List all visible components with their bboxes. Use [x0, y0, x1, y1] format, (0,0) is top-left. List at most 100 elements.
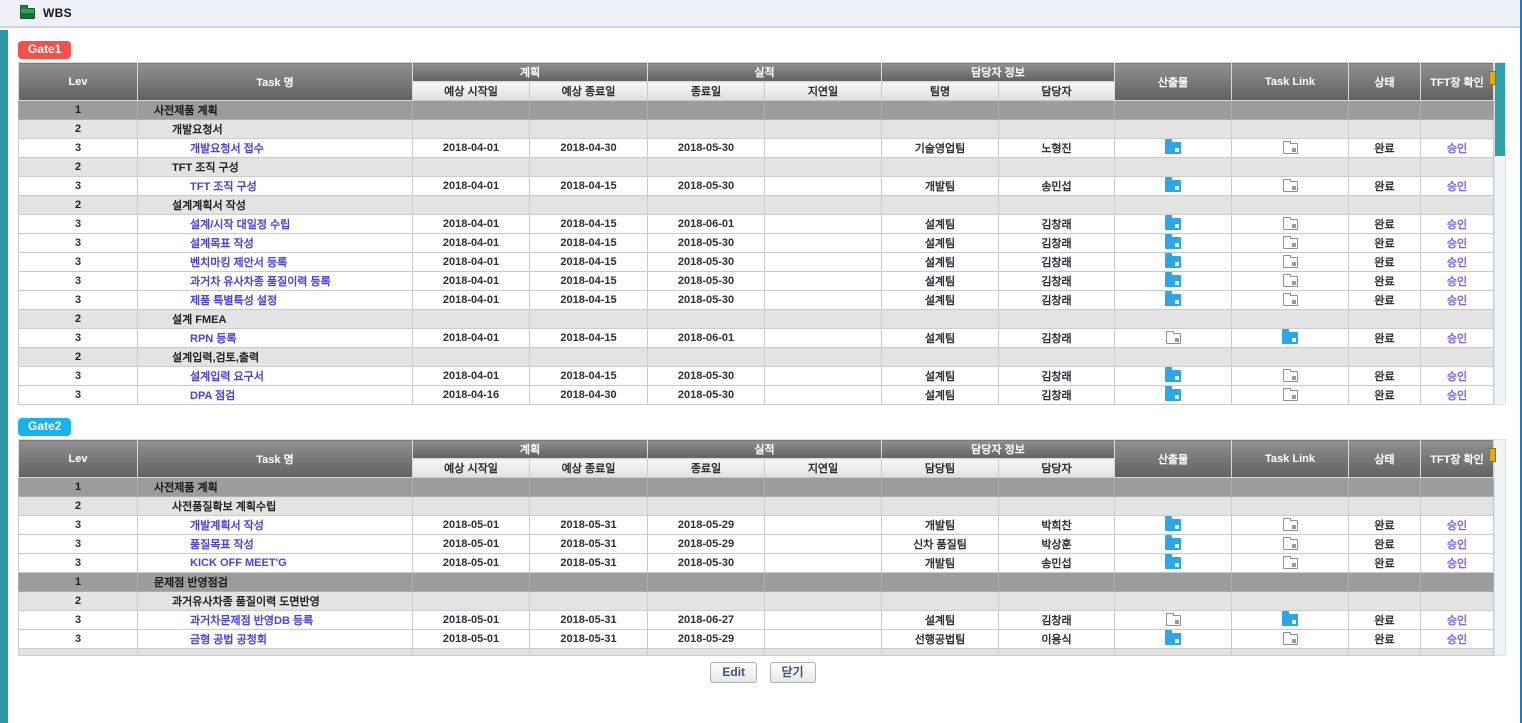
folder-gray-icon[interactable]: [1283, 295, 1298, 306]
folder-gray-icon[interactable]: [1283, 539, 1298, 550]
folder-blue-icon[interactable]: [1165, 180, 1181, 192]
folder-blue-icon[interactable]: [1165, 389, 1181, 401]
table-row: 3개발계획서 작성2018-05-012018-05-312018-05-29개…: [19, 516, 1494, 535]
folder-gray-icon[interactable]: [1283, 181, 1298, 192]
task-link-cell: [1232, 291, 1349, 310]
col-header-lev: Lev: [19, 440, 138, 478]
actual-end-cell: 2018-05-30: [648, 272, 765, 291]
task-name-link[interactable]: 설계목표 작성: [190, 238, 254, 250]
folder-blue-icon[interactable]: [1282, 332, 1298, 344]
task-name-link[interactable]: TFT 조직 구성: [190, 181, 257, 193]
task-name-link[interactable]: 벤치마킹 제안서 등록: [190, 257, 287, 269]
folder-gray-icon[interactable]: [1283, 257, 1298, 268]
approve-link[interactable]: 승인: [1447, 181, 1467, 193]
folder-gray-icon[interactable]: [1166, 333, 1181, 344]
col-header-plan-start: 예상 시작일: [413, 82, 530, 101]
folder-blue-icon[interactable]: [1165, 294, 1181, 306]
folder-gray-icon[interactable]: [1283, 143, 1298, 154]
owner-cell: [999, 196, 1115, 215]
table-row: 3설계목표 작성2018-04-012018-04-152018-05-30설계…: [19, 234, 1494, 253]
folder-gray-icon[interactable]: [1283, 371, 1298, 382]
approve-link[interactable]: 승인: [1447, 371, 1467, 383]
task-name-link[interactable]: 과거차문제점 반영DB 등록: [190, 615, 313, 627]
task-name-link[interactable]: 개발계획서 작성: [190, 520, 264, 532]
folder-gray-icon[interactable]: [1283, 390, 1298, 401]
task-name-link[interactable]: 과거차 유사차종 품질이력 등록: [190, 276, 331, 288]
approve-link[interactable]: 승인: [1447, 257, 1467, 269]
approve-link[interactable]: 승인: [1447, 333, 1467, 345]
plan-end-cell: [530, 348, 648, 367]
gate1-scrollbar[interactable]: [1494, 62, 1506, 405]
gate1-scrollbar-thumb[interactable]: [1495, 63, 1505, 156]
folder-gray-icon[interactable]: [1283, 219, 1298, 230]
folder-blue-icon[interactable]: [1165, 557, 1181, 569]
folder-blue-icon[interactable]: [1165, 519, 1181, 531]
lev-cell: 2: [19, 497, 138, 516]
team-cell: [882, 649, 999, 656]
tft-confirm-cell: 승인: [1421, 630, 1494, 649]
status-cell: 완료: [1349, 329, 1421, 348]
folder-gray-icon[interactable]: [1283, 276, 1298, 287]
folder-blue-icon[interactable]: [1165, 142, 1181, 154]
approve-link[interactable]: 승인: [1447, 390, 1467, 402]
task-name-link[interactable]: 설계입력 요구서: [190, 371, 264, 383]
approve-link[interactable]: 승인: [1447, 295, 1467, 307]
col-header-team: 팀명: [882, 82, 999, 101]
task-name-link[interactable]: RPN 등록: [190, 333, 237, 345]
tft-confirm-cell: [1421, 196, 1494, 215]
plan-end-cell: 2018-04-15: [530, 177, 648, 196]
close-button[interactable]: 닫기: [770, 662, 816, 683]
approve-link[interactable]: 승인: [1447, 615, 1467, 627]
tft-confirm-cell: [1421, 478, 1494, 497]
approve-link[interactable]: 승인: [1447, 520, 1467, 532]
left-accent-strip: [0, 30, 8, 723]
folder-gray-icon[interactable]: [1283, 558, 1298, 569]
task-link-cell: [1232, 139, 1349, 158]
folder-blue-icon[interactable]: [1165, 538, 1181, 550]
plan-end-cell: [530, 158, 648, 177]
approve-link[interactable]: 승인: [1447, 143, 1467, 155]
plan-end-cell: [530, 573, 648, 592]
folder-gray-icon[interactable]: [1283, 634, 1298, 645]
task-name-link[interactable]: 설계/시작 대일정 수립: [190, 219, 290, 231]
actual-end-cell: [648, 497, 765, 516]
approve-link[interactable]: 승인: [1447, 539, 1467, 551]
status-cell: 완료: [1349, 139, 1421, 158]
output-cell: [1115, 630, 1232, 649]
approve-link[interactable]: 승인: [1447, 634, 1467, 646]
gate2-scrollbar[interactable]: [1494, 439, 1506, 656]
lev-cell: 3: [19, 329, 138, 348]
folder-blue-icon[interactable]: [1165, 370, 1181, 382]
task-name-link[interactable]: DPA 점검: [190, 390, 235, 402]
task-name-link[interactable]: 제품 특별특성 설정: [190, 295, 277, 307]
folder-gray-icon[interactable]: [1283, 238, 1298, 249]
team-cell: 개발팀: [882, 516, 999, 535]
approve-link[interactable]: 승인: [1447, 558, 1467, 570]
tft-confirm-cell: [1421, 497, 1494, 516]
tft-confirm-cell: 승인: [1421, 367, 1494, 386]
edit-button[interactable]: Edit: [710, 662, 757, 683]
task-name-link[interactable]: 개발요청서 접수: [190, 143, 264, 155]
col-header-owner-group: 담당자 정보: [882, 440, 1115, 459]
actual-end-cell: 2018-05-30: [648, 367, 765, 386]
plan-start-cell: [413, 348, 530, 367]
folder-blue-icon[interactable]: [1165, 218, 1181, 230]
team-cell: 설계팀: [882, 253, 999, 272]
folder-gray-icon[interactable]: [1283, 520, 1298, 531]
folder-blue-icon[interactable]: [1165, 237, 1181, 249]
col-header-plan-group: 계획: [413, 63, 648, 82]
task-name-link[interactable]: KICK OFF MEET'G: [190, 557, 287, 569]
col-header-task-link: Task Link: [1232, 440, 1349, 478]
folder-blue-icon[interactable]: [1165, 275, 1181, 287]
folder-gray-icon[interactable]: [1166, 615, 1181, 626]
folder-blue-icon[interactable]: [1165, 256, 1181, 268]
folder-blue-icon[interactable]: [1282, 614, 1298, 626]
col-header-plan-group: 계획: [413, 440, 648, 459]
task-name-cell: 벤치마킹 제안서 등록: [138, 253, 413, 272]
approve-link[interactable]: 승인: [1447, 238, 1467, 250]
approve-link[interactable]: 승인: [1447, 276, 1467, 288]
approve-link[interactable]: 승인: [1447, 219, 1467, 231]
task-name-link[interactable]: 품질목표 작성: [190, 539, 254, 551]
task-name-link[interactable]: 금형 공법 공청회: [190, 634, 267, 646]
folder-blue-icon[interactable]: [1165, 633, 1181, 645]
